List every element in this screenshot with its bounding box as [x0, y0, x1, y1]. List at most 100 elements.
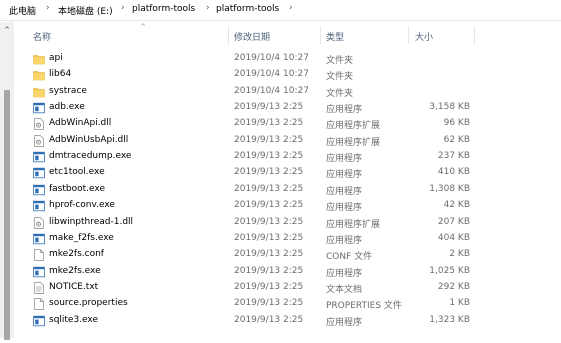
file-row[interactable]: mke2fs.conf 2019/9/13 2:25 CONF 文件 2 KB	[16, 247, 476, 263]
column-header-size[interactable]: 大小	[415, 30, 433, 43]
file-name: NOTICE.txt	[49, 281, 99, 292]
file-date-modified: 2019/9/13 2:25	[234, 314, 304, 325]
file-type: 应用程序	[326, 235, 363, 246]
scroll-up-arrow-icon[interactable]: ⌃	[0, 26, 14, 36]
file-size: 410 KB	[437, 167, 470, 178]
file-type: 应用程序	[326, 154, 363, 165]
scrollbar-thumb[interactable]	[4, 90, 10, 340]
file-date-modified: 2019/9/13 2:25	[234, 249, 304, 260]
file-name: sqlite3.exe	[49, 314, 99, 325]
file-row[interactable]: NOTICE.txt 2019/9/13 2:25 文本文档 292 KB	[16, 280, 476, 296]
file-row[interactable]: fastboot.exe 2019/9/13 2:25 应用程序 1,308 KB	[16, 182, 476, 198]
file-name: mke2fs.conf	[49, 249, 104, 260]
column-header-date[interactable]: 修改日期	[234, 30, 270, 43]
file-date-modified: 2019/9/13 2:25	[234, 183, 304, 194]
file-date-modified: 2019/9/13 2:25	[234, 167, 304, 178]
file-type: 文本文档	[326, 284, 363, 295]
file-row[interactable]: make_f2fs.exe 2019/9/13 2:25 应用程序 404 KB	[16, 231, 476, 247]
file-icon	[33, 298, 45, 310]
folder-icon	[33, 53, 45, 65]
file-row[interactable]: dmtracedump.exe 2019/9/13 2:25 应用程序 237 KB	[16, 149, 476, 165]
file-type: 应用程序	[326, 170, 363, 181]
column-divider[interactable]	[474, 26, 475, 44]
file-type: 文件夹	[326, 72, 354, 83]
file-name: fastboot.exe	[49, 183, 105, 194]
file-date-modified: 2019/10/4 10:27	[234, 53, 309, 63]
column-divider[interactable]	[228, 26, 229, 44]
breadcrumb-local-disk[interactable]: 本地磁盘 (E:)	[58, 4, 113, 17]
file-date-modified: 2019/9/13 2:25	[234, 200, 304, 211]
file-size: 96 KB	[443, 118, 470, 129]
file-row[interactable]: adb.exe 2019/9/13 2:25 应用程序 3,158 KB	[16, 100, 476, 116]
file-type: 应用程序扩展	[326, 121, 381, 132]
file-row[interactable]: AdbWinUsbApi.dll 2019/9/13 2:25 应用程序扩展 62 K…	[16, 133, 476, 149]
folder-icon	[33, 69, 45, 81]
file-size: 1,323 KB	[429, 314, 470, 325]
exe-icon	[33, 167, 45, 179]
file-type: 文件夹	[326, 88, 354, 99]
file-name: source.properties	[49, 298, 128, 309]
file-date-modified: 2019/9/13 2:25	[234, 102, 304, 113]
file-row[interactable]: hprof-conv.exe 2019/9/13 2:25 应用程序 42 KB	[16, 198, 476, 214]
chevron-right-icon[interactable]: ›	[289, 3, 293, 13]
file-type: 应用程序	[326, 268, 363, 279]
file-size: 292 KB	[437, 281, 470, 292]
dll-icon	[33, 216, 45, 229]
file-row[interactable]: libwinpthread-1.dll 2019/9/13 2:25 应用程序扩展 2…	[16, 215, 476, 231]
file-size: 404 KB	[437, 232, 470, 243]
column-header-name[interactable]: 名称	[33, 30, 51, 43]
file-date-modified: 2019/9/13 2:25	[234, 151, 304, 162]
file-size: 3,158 KB	[429, 102, 470, 113]
file-row[interactable]: api 2019/10/4 10:27 文件夹	[16, 51, 476, 67]
breadcrumb-this-pc[interactable]: 此电脑	[9, 4, 36, 17]
dll-icon	[33, 118, 45, 131]
file-row[interactable]: lib64 2019/10/4 10:27 文件夹	[16, 67, 476, 83]
chevron-right-icon[interactable]: ›	[121, 3, 125, 13]
text-file-icon	[33, 282, 45, 294]
file-size: 42 KB	[443, 200, 470, 211]
file-size: 1 KB	[449, 298, 470, 309]
column-headers: ^ 名称 修改日期 类型 大小	[16, 23, 476, 46]
file-name: AdbWinUsbApi.dll	[49, 134, 129, 145]
file-name: hprof-conv.exe	[49, 200, 115, 211]
exe-icon	[33, 184, 45, 196]
chevron-right-icon[interactable]: ›	[206, 3, 210, 13]
sort-ascending-icon: ^	[140, 23, 146, 31]
exe-icon	[33, 315, 45, 327]
file-row[interactable]: mke2fs.exe 2019/9/13 2:25 应用程序 1,025 KB	[16, 264, 476, 280]
file-size: 207 KB	[437, 216, 470, 227]
file-row[interactable]: etc1tool.exe 2019/9/13 2:25 应用程序 410 KB	[16, 165, 476, 181]
file-row[interactable]: sqlite3.exe 2019/9/13 2:25 应用程序 1,323 KB	[16, 313, 476, 329]
exe-icon	[33, 266, 45, 278]
breadcrumb-platform-tools-1[interactable]: platform-tools	[132, 4, 195, 14]
file-size: 1,025 KB	[429, 265, 470, 276]
column-divider[interactable]	[408, 26, 409, 44]
breadcrumb: 此电脑 › 本地磁盘 (E:) › platform-tools › platf…	[0, 0, 561, 21]
vertical-scrollbar[interactable]: ⌃	[0, 22, 14, 340]
file-row[interactable]: systrace 2019/10/4 10:27 文件夹	[16, 84, 476, 100]
exe-icon	[33, 102, 45, 114]
file-name: mke2fs.exe	[49, 265, 101, 276]
file-size: 62 KB	[443, 134, 470, 145]
file-row[interactable]: source.properties 2019/9/13 2:25 PROPERTIE…	[16, 296, 476, 312]
file-date-modified: 2019/9/13 2:25	[234, 118, 304, 129]
file-date-modified: 2019/9/13 2:25	[234, 232, 304, 243]
chevron-right-icon[interactable]: ›	[46, 3, 50, 13]
file-date-modified: 2019/9/13 2:25	[234, 216, 304, 227]
file-name: make_f2fs.exe	[49, 232, 114, 243]
file-name: adb.exe	[49, 102, 85, 113]
file-type: 文件夹	[326, 56, 354, 66]
column-header-type[interactable]: 类型	[326, 30, 344, 43]
file-name: dmtracedump.exe	[49, 151, 132, 162]
file-name: AdbWinApi.dll	[49, 118, 112, 129]
file-type: PROPERTIES 文件	[326, 301, 402, 312]
exe-icon	[33, 233, 45, 245]
file-size: 237 KB	[437, 151, 470, 162]
file-date-modified: 2019/9/13 2:25	[234, 265, 304, 276]
file-row[interactable]: AdbWinApi.dll 2019/9/13 2:25 应用程序扩展 96 KB	[16, 116, 476, 132]
breadcrumb-platform-tools-2[interactable]: platform-tools	[216, 4, 279, 14]
file-name: api	[49, 53, 63, 63]
file-type: 应用程序	[326, 186, 363, 197]
column-divider[interactable]	[320, 26, 321, 44]
file-icon	[33, 249, 45, 261]
